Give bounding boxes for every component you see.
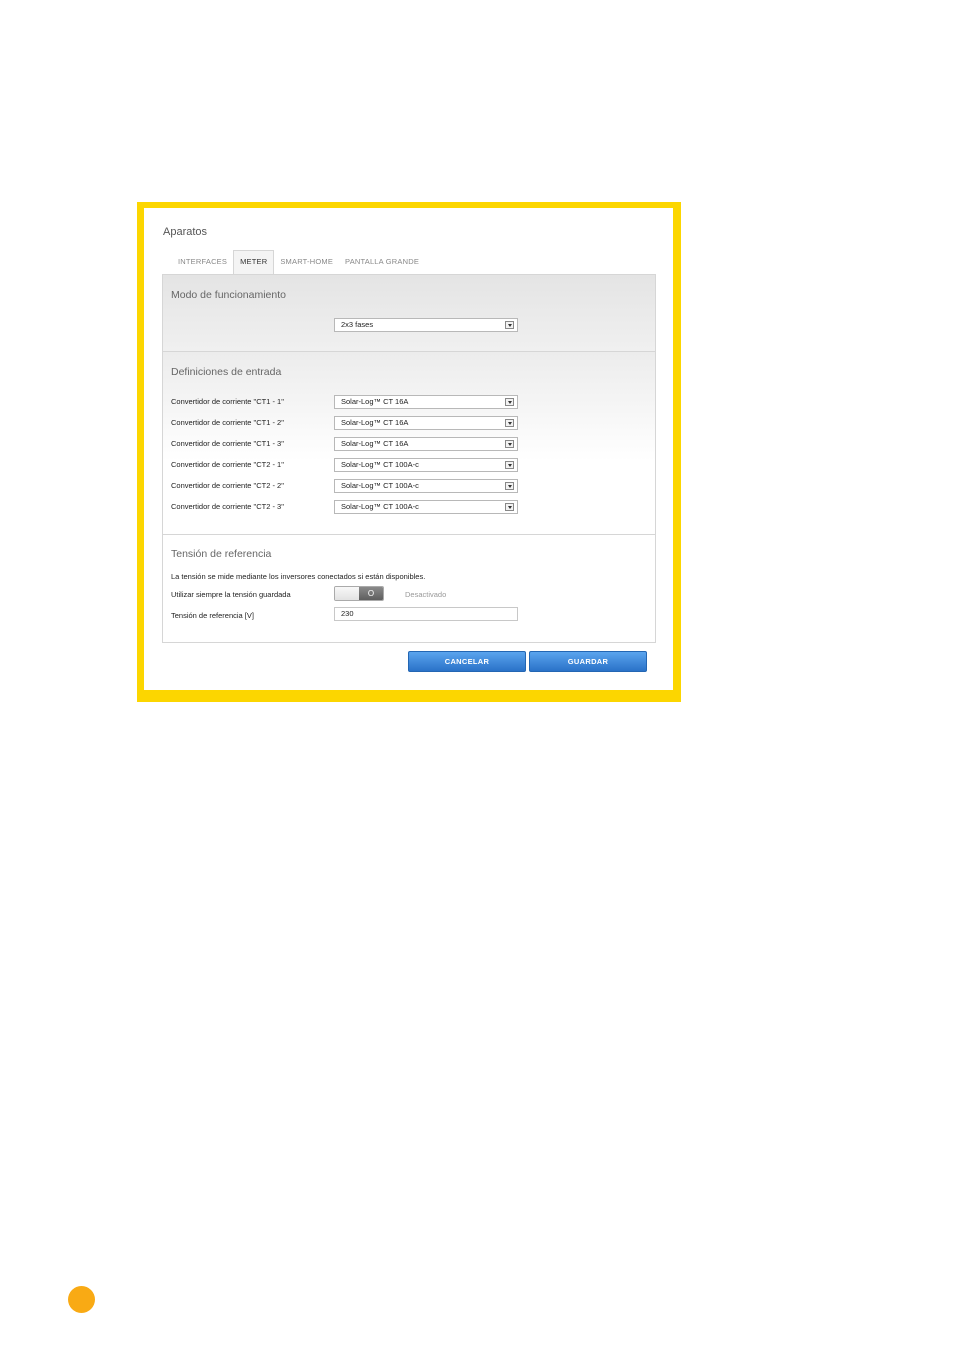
dropdown-arrow-icon	[505, 482, 514, 490]
ct2-1-label: Convertidor de corriente "CT2 - 1"	[171, 460, 284, 469]
voltage-label: Tensión de referencia [V]	[171, 611, 254, 620]
reference-info-text: La tensión se mide mediante los inversor…	[171, 572, 426, 581]
mode-select[interactable]: 2x3 fases	[334, 318, 518, 332]
tab-smart-home[interactable]: SMART-HOME	[274, 250, 339, 274]
ct1-3-select[interactable]: Solar-Log™ CT 16A	[334, 437, 518, 451]
toggle-knob-icon: O	[359, 587, 383, 600]
ct2-3-select[interactable]: Solar-Log™ CT 100A-c	[334, 500, 518, 514]
ct2-2-label: Convertidor de corriente "CT2 - 2"	[171, 481, 284, 490]
always-use-saved-voltage-toggle[interactable]: O	[334, 586, 384, 601]
mode-section: Modo de funcionamiento 2x3 fases	[163, 275, 655, 352]
mode-select-value: 2x3 fases	[341, 320, 374, 329]
reference-voltage-input[interactable]: 230	[334, 607, 518, 621]
ct1-2-label: Convertidor de corriente "CT1 - 2"	[171, 418, 284, 427]
tab-interfaces[interactable]: INTERFACES	[172, 250, 233, 274]
toggle-state-text: Desactivado	[405, 590, 447, 599]
toggle-track	[335, 587, 359, 600]
ct1-2-value: Solar-Log™ CT 16A	[341, 418, 409, 427]
tab-bar: INTERFACES METER SMART-HOME PANTALLA GRA…	[172, 250, 425, 274]
dropdown-arrow-icon	[505, 461, 514, 469]
dropdown-arrow-icon	[505, 419, 514, 427]
tab-large-display[interactable]: PANTALLA GRANDE	[339, 250, 425, 274]
ct2-3-value: Solar-Log™ CT 100A-c	[341, 502, 419, 511]
page-marker-dot	[68, 1286, 95, 1313]
ct1-3-label: Convertidor de corriente "CT1 - 3"	[171, 439, 284, 448]
dropdown-arrow-icon	[505, 503, 514, 511]
dropdown-arrow-icon	[505, 321, 514, 329]
cancel-button[interactable]: CANCELAR	[408, 651, 526, 672]
tab-meter[interactable]: METER	[233, 250, 275, 274]
reference-section-title: Tensión de referencia	[171, 548, 272, 560]
ct2-2-value: Solar-Log™ CT 100A-c	[341, 481, 419, 490]
page-title: Aparatos	[163, 226, 208, 238]
ct2-3-label: Convertidor de corriente "CT2 - 3"	[171, 502, 284, 511]
screenshot-frame: Aparatos INTERFACES METER SMART-HOME PAN…	[137, 202, 681, 702]
inputs-section-title: Definiciones de entrada	[171, 366, 282, 378]
meter-settings: Modo de funcionamiento 2x3 fases Definic…	[162, 274, 656, 643]
save-button[interactable]: GUARDAR	[529, 651, 647, 672]
ct2-1-value: Solar-Log™ CT 100A-c	[341, 460, 419, 469]
devices-panel: Aparatos INTERFACES METER SMART-HOME PAN…	[144, 208, 673, 690]
ct1-1-select[interactable]: Solar-Log™ CT 16A	[334, 395, 518, 409]
mode-section-title: Modo de funcionamiento	[171, 289, 286, 301]
dropdown-arrow-icon	[505, 440, 514, 448]
ct1-3-value: Solar-Log™ CT 16A	[341, 439, 409, 448]
ct2-2-select[interactable]: Solar-Log™ CT 100A-c	[334, 479, 518, 493]
ct1-1-value: Solar-Log™ CT 16A	[341, 397, 409, 406]
ct2-1-select[interactable]: Solar-Log™ CT 100A-c	[334, 458, 518, 472]
toggle-label: Utilizar siempre la tensión guardada	[171, 590, 291, 599]
reference-section: Tensión de referencia La tensión se mide…	[163, 535, 655, 642]
ct1-2-select[interactable]: Solar-Log™ CT 16A	[334, 416, 518, 430]
inputs-section: Definiciones de entrada Convertidor de c…	[163, 352, 655, 535]
dropdown-arrow-icon	[505, 398, 514, 406]
ct1-1-label: Convertidor de corriente "CT1 - 1"	[171, 397, 284, 406]
